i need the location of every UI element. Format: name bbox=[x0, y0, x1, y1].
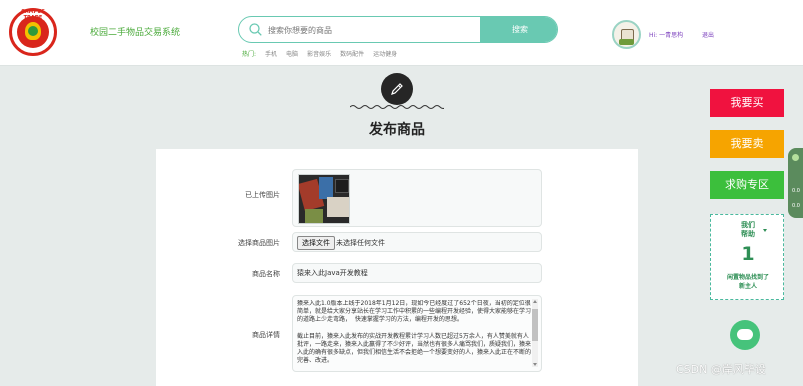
wave-divider bbox=[350, 105, 444, 109]
page-title: 发布商品 bbox=[369, 122, 425, 138]
hot-label: 热门: bbox=[242, 51, 257, 58]
search-input[interactable] bbox=[268, 20, 478, 40]
help-title-line1: 我们 bbox=[741, 220, 755, 229]
site-title[interactable]: 校园二手物品交易系统 bbox=[90, 25, 180, 38]
watermark: CSDN @岸风毕设 bbox=[676, 363, 766, 376]
edge-value-1: 0.0 bbox=[792, 188, 800, 194]
hot-item-entertainment[interactable]: 影音娱乐 bbox=[307, 49, 331, 58]
search-bar: 搜索 bbox=[238, 16, 558, 43]
scroll-up-arrow-icon[interactable] bbox=[533, 300, 537, 303]
product-detail-label: 商品详情 bbox=[252, 331, 280, 339]
product-name-input[interactable] bbox=[293, 264, 541, 282]
product-detail-textarea[interactable]: 猿来入此1.0版本上线于2018年1月12日，现如今已经度过了652个日夜，当初… bbox=[292, 295, 542, 372]
edge-value-2: 0.0 bbox=[792, 203, 800, 209]
hot-item-sports[interactable]: 运动健身 bbox=[373, 49, 397, 58]
uploaded-image-box bbox=[292, 169, 542, 227]
help-stats-card: 我们 帮助 1 闲置物品找到了 新主人 bbox=[710, 214, 784, 300]
search-button[interactable]: 搜索 bbox=[480, 17, 557, 42]
avatar[interactable] bbox=[612, 20, 641, 49]
help-subtitle: 闲置物品找到了 新主人 bbox=[713, 273, 783, 291]
product-detail-text[interactable]: 猿来入此1.0版本上线于2018年1月12日，现如今已经度过了652个日夜，当初… bbox=[297, 300, 531, 364]
user-greeting[interactable]: Hi: 一青思构 bbox=[649, 30, 683, 39]
hot-item-phone[interactable]: 手机 bbox=[265, 49, 277, 58]
campus-trade-logo[interactable]: CAMPUS TRADE bbox=[9, 8, 57, 56]
logo-emblem-icon bbox=[17, 16, 49, 48]
caret-down-icon bbox=[763, 229, 767, 232]
top-header: CAMPUS TRADE 校园二手物品交易系统 搜索 热门: 手机 电脑 影音娱… bbox=[0, 0, 803, 66]
edge-floating-widget[interactable]: 0.0 0.0 bbox=[788, 148, 803, 218]
product-name-field bbox=[292, 263, 542, 283]
publish-form-panel: 已上传图片 选择商品图片 选择文件 未选择任何文件 商品名称 商品详情 猿来入此… bbox=[156, 149, 638, 386]
uploaded-image-thumbnail bbox=[298, 174, 350, 224]
chat-icon[interactable] bbox=[730, 320, 760, 350]
hot-item-accessories[interactable]: 数码配件 bbox=[340, 49, 364, 58]
help-count: 1 bbox=[741, 243, 755, 265]
search-icon bbox=[249, 23, 262, 36]
hot-keywords: 热门: 手机 电脑 影音娱乐 数码配件 运动健身 bbox=[242, 49, 397, 58]
product-name-label: 商品名称 bbox=[252, 270, 280, 278]
help-title-line2: 帮助 bbox=[741, 229, 755, 238]
wanted-zone-button[interactable]: 求购专区 bbox=[710, 171, 784, 199]
status-dot-icon bbox=[792, 154, 799, 161]
file-upload-field: 选择文件 未选择任何文件 bbox=[292, 232, 542, 252]
help-title: 我们 帮助 bbox=[711, 220, 785, 238]
uploaded-image-label: 已上传图片 bbox=[245, 191, 280, 199]
pen-icon bbox=[391, 83, 403, 95]
hot-item-computer[interactable]: 电脑 bbox=[286, 49, 298, 58]
help-subtitle-line2: 新主人 bbox=[738, 283, 757, 290]
detail-scrollbar[interactable] bbox=[532, 299, 538, 367]
file-status-text: 未选择任何文件 bbox=[336, 239, 385, 247]
i-want-to-buy-button[interactable]: 我要买 bbox=[710, 89, 784, 117]
help-subtitle-line1: 闲置物品找到了 bbox=[726, 274, 769, 281]
pen-icon-badge bbox=[381, 73, 413, 105]
choose-file-button[interactable]: 选择文件 bbox=[297, 236, 335, 250]
logout-link[interactable]: 退出 bbox=[702, 30, 714, 39]
scroll-down-arrow-icon[interactable] bbox=[533, 363, 537, 366]
choose-image-label: 选择商品图片 bbox=[238, 239, 280, 247]
i-want-to-sell-button[interactable]: 我要卖 bbox=[710, 130, 784, 158]
scroll-thumb[interactable] bbox=[532, 309, 538, 341]
